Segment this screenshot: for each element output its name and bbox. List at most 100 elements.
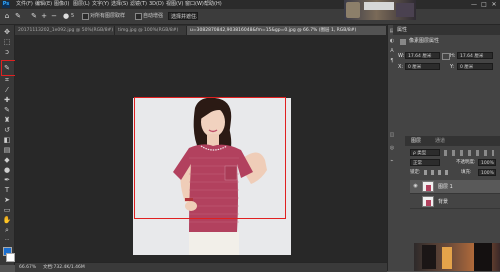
- menu-window[interactable]: 窗口(W): [185, 1, 204, 8]
- eyedropper-tool-icon[interactable]: ⁄: [2, 85, 12, 95]
- pen-tool-icon[interactable]: ✒: [2, 175, 12, 185]
- auto-enhance-label: 自动增强: [143, 13, 164, 19]
- x-field[interactable]: 0 厘米: [405, 63, 440, 70]
- preview-light: [442, 247, 452, 269]
- marquee-tool-icon[interactable]: ⬚: [2, 37, 12, 47]
- banner-figure: [346, 2, 360, 18]
- banner-figure-2: [396, 3, 414, 17]
- brush-tool-icon[interactable]: ✎: [2, 105, 12, 115]
- lock-icons[interactable]: [424, 170, 452, 175]
- link-icon[interactable]: [442, 53, 450, 60]
- crop-tool-icon[interactable]: ⌗: [2, 75, 12, 85]
- adjustments-icon[interactable]: ◐: [389, 38, 395, 44]
- blur-tool-icon[interactable]: ◆: [2, 155, 12, 165]
- lock-label: 锁定:: [410, 170, 421, 175]
- hand-tool-icon[interactable]: ✋: [2, 215, 12, 225]
- layer-row[interactable]: 背景: [410, 195, 500, 209]
- menu-layer[interactable]: 图层(L): [73, 1, 90, 8]
- paths-panel-icon[interactable]: ⌁: [389, 158, 395, 164]
- layer-thumbnail: [422, 181, 434, 192]
- sample-all-layers-checkbox[interactable]: [82, 13, 89, 20]
- layer-kind-filter[interactable]: ρ 类型: [410, 149, 440, 156]
- eye-icon[interactable]: [412, 198, 419, 205]
- pixel-layer-icon: [400, 39, 406, 45]
- y-field[interactable]: 0 厘米: [457, 63, 493, 70]
- layer-thumbnail: [422, 196, 434, 207]
- quick-selection-icon[interactable]: ✎: [14, 12, 22, 20]
- menu-image[interactable]: 图像(I): [54, 1, 69, 8]
- subtract-selection-icon[interactable]: −: [50, 12, 58, 20]
- menu-help[interactable]: 帮助(H): [204, 1, 222, 8]
- tab-document-1[interactable]: 20171113202_1e092.jpg @ 50%(RGB/8#): [15, 26, 115, 35]
- right-panels: [387, 25, 500, 271]
- maximize-button[interactable]: □: [480, 1, 488, 8]
- height-field[interactable]: 17.64 厘米: [457, 52, 493, 59]
- eraser-tool-icon[interactable]: ◧: [2, 135, 12, 145]
- shape-tool-icon[interactable]: ▭: [2, 205, 12, 215]
- menu-file[interactable]: 文件(F): [16, 1, 33, 8]
- character-icon[interactable]: A: [389, 48, 395, 54]
- opacity-label: 不透明度:: [456, 160, 476, 165]
- lasso-tool-icon[interactable]: ↄ: [2, 47, 12, 57]
- menu-bar: Ps 文件(F) 编辑(E) 图像(I) 图层(L) 文字(Y) 选择(S) 滤…: [0, 0, 500, 9]
- height-label: H:: [450, 53, 456, 59]
- zoom-tool-icon[interactable]: ⌕: [2, 225, 12, 235]
- menu-3d[interactable]: 3D(D): [149, 1, 164, 8]
- menu-view[interactable]: 视图(V): [166, 1, 183, 8]
- paragraph-icon[interactable]: ¶: [389, 58, 395, 64]
- type-tool-icon[interactable]: T: [2, 185, 12, 195]
- sample-all-layers-label: 对所有图层取样: [90, 13, 126, 19]
- properties-panel-header: 属性: [393, 25, 500, 35]
- menu-filter[interactable]: 滤镜(T): [130, 1, 147, 8]
- minimize-button[interactable]: —: [470, 1, 478, 8]
- home-icon[interactable]: ⌂: [3, 12, 11, 20]
- promo-banner-image: [344, 0, 416, 20]
- channels-panel-icon[interactable]: ◎: [389, 145, 395, 151]
- dodge-tool-icon[interactable]: ●: [2, 165, 12, 175]
- tab-channels[interactable]: 通道: [435, 136, 445, 146]
- history-brush-tool-icon[interactable]: ↺: [2, 125, 12, 135]
- filter-icons[interactable]: [444, 150, 494, 156]
- tab-document-2[interactable]: timg.jpg @ 100%(RGB/8#): [115, 26, 187, 35]
- menu-select[interactable]: 选择(S): [111, 1, 128, 8]
- menu-edit[interactable]: 编辑(E): [35, 1, 52, 8]
- layer-name[interactable]: 图层 1: [438, 183, 453, 191]
- options-bar: ⌂ ✎ ✎ + − ● 5 对所有图层取样 自动增强 选择并遮住...: [0, 9, 500, 25]
- close-button[interactable]: ✕: [490, 1, 498, 8]
- menu-type[interactable]: 文字(Y): [92, 1, 109, 8]
- opacity-field[interactable]: 100%: [478, 159, 496, 166]
- gradient-tool-icon[interactable]: ▤: [2, 145, 12, 155]
- tab-layers[interactable]: 图层: [411, 136, 421, 146]
- preview-shadow: [474, 243, 492, 271]
- tab-label: timg.jpg @ 100%(RGB/8#): [118, 28, 179, 33]
- tab-document-3[interactable]: u=3082870842,903816048&fm=15&gp=0.jpg @ …: [187, 26, 387, 35]
- move-tool-icon[interactable]: ✥: [2, 27, 12, 37]
- select-and-mask-button[interactable]: 选择并遮住...: [168, 12, 198, 20]
- clone-stamp-tool-icon[interactable]: ♜: [2, 115, 12, 125]
- tab-label: u=3082870842,903816048&fm=15&gp=0.jpg @ …: [190, 28, 357, 33]
- fill-field[interactable]: 100%: [478, 169, 496, 176]
- preview-figure: [422, 245, 436, 269]
- layers-panel-icon[interactable]: ◫: [389, 132, 395, 138]
- new-selection-icon[interactable]: ✎: [30, 12, 38, 20]
- healing-brush-tool-icon[interactable]: ✚: [2, 95, 12, 105]
- brush-size-value[interactable]: 5: [71, 12, 74, 20]
- banner-strip: [364, 2, 394, 10]
- layer-name[interactable]: 背景: [438, 198, 448, 206]
- brush-preview-icon[interactable]: ●: [62, 12, 70, 20]
- properties-title[interactable]: 属性: [397, 25, 407, 35]
- y-label: Y:: [450, 64, 455, 70]
- add-selection-icon[interactable]: +: [40, 12, 48, 20]
- path-selection-tool-icon[interactable]: ➤: [2, 195, 12, 205]
- blend-mode-select[interactable]: 正常: [410, 159, 440, 166]
- layers-panel-header: 图层 通道: [405, 136, 500, 146]
- width-field[interactable]: 17.64 厘米: [405, 52, 440, 59]
- more-tools-icon[interactable]: ···: [2, 235, 12, 245]
- layer-row[interactable]: ◉ 图层 1: [410, 180, 500, 194]
- eye-icon[interactable]: ◉: [412, 183, 419, 190]
- document-tabs: 20171113202_1e092.jpg @ 50%(RGB/8#) timg…: [15, 25, 387, 35]
- width-label: W:: [398, 53, 405, 59]
- zoom-level[interactable]: 66.67%: [19, 264, 36, 271]
- auto-enhance-checkbox[interactable]: [135, 13, 142, 20]
- background-color-swatch[interactable]: [6, 253, 15, 262]
